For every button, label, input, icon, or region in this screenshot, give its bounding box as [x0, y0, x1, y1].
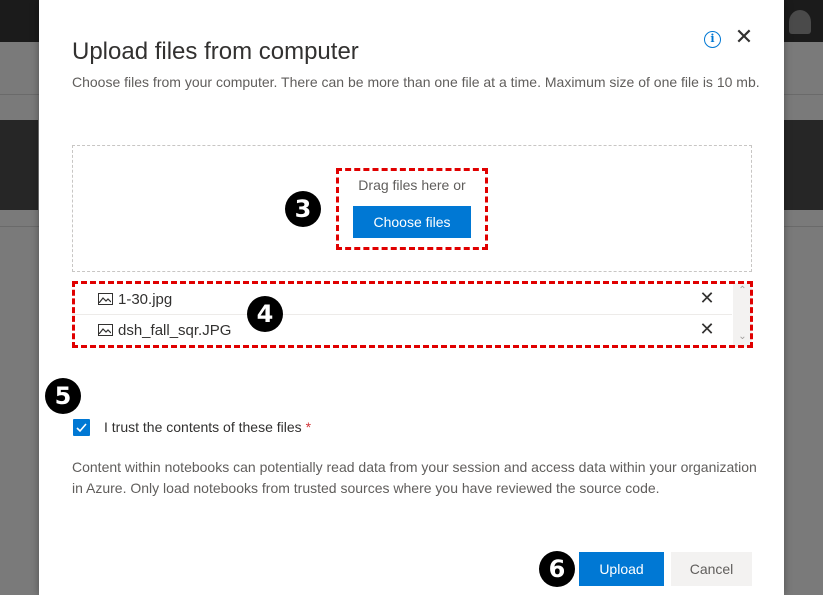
upload-dialog: Upload files from computer i ✕ Choose fi…	[39, 0, 784, 595]
annotation-box-4	[72, 281, 753, 348]
cancel-button[interactable]: Cancel	[671, 552, 752, 586]
annotation-badge-6: 6	[539, 551, 575, 587]
annotation-badge-4: 4	[247, 296, 283, 332]
trust-warning-text: Content within notebooks can potentially…	[72, 459, 757, 496]
trust-checkbox[interactable]	[73, 419, 90, 436]
trust-label-text: I trust the contents of these files	[104, 419, 302, 435]
upload-button[interactable]: Upload	[579, 552, 664, 586]
annotation-badge-5: 5	[45, 378, 81, 414]
background-panel-left	[0, 120, 38, 210]
background-avatar	[789, 10, 811, 34]
close-icon[interactable]: ✕	[733, 26, 755, 48]
dialog-title: Upload files from computer	[72, 38, 359, 65]
dialog-description: Choose files from your computer. There c…	[72, 74, 760, 90]
trust-label: I trust the contents of these files *	[104, 419, 311, 435]
annotation-badge-3: 3	[285, 191, 321, 227]
annotation-box-3	[336, 168, 488, 250]
required-marker: *	[305, 419, 312, 435]
info-icon[interactable]: i	[704, 31, 721, 48]
